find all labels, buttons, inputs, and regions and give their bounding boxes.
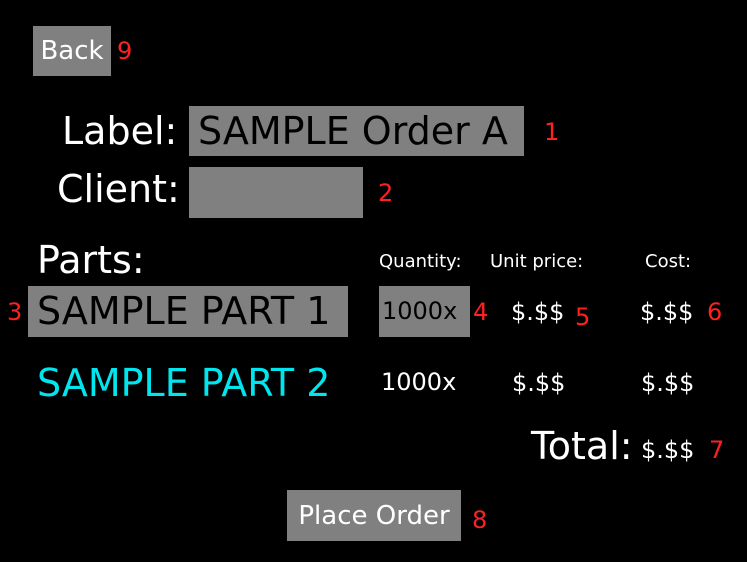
unit-price-column-header: Unit price: (490, 251, 584, 272)
part-1-unit-price: $.$$ (511, 298, 565, 326)
part-1-name[interactable]: SAMPLE PART 1 (28, 286, 348, 337)
marker-1: 1 (544, 118, 560, 146)
parts-heading: Parts: (37, 238, 145, 282)
label-input[interactable]: SAMPLE Order A (189, 106, 524, 156)
marker-5: 5 (575, 303, 591, 331)
part-2-quantity: 1000x (381, 368, 457, 396)
total-value: $.$$ (641, 436, 695, 464)
marker-9: 9 (117, 37, 133, 65)
part-2-name[interactable]: SAMPLE PART 2 (37, 360, 330, 406)
marker-2: 2 (378, 179, 394, 207)
marker-3: 3 (7, 298, 23, 326)
part-1-cost: $.$$ (640, 298, 694, 326)
cost-column-header: Cost: (645, 251, 692, 272)
back-button[interactable]: Back (33, 26, 111, 76)
label-caption: Label: (62, 109, 178, 153)
marker-4: 4 (473, 298, 489, 326)
part-2-cost: $.$$ (641, 369, 695, 397)
marker-6: 6 (707, 298, 723, 326)
place-order-button[interactable]: Place Order (287, 490, 461, 541)
part-2-unit-price: $.$$ (512, 369, 566, 397)
client-caption: Client: (57, 167, 180, 211)
marker-8: 8 (472, 506, 488, 534)
quantity-column-header: Quantity: (379, 251, 462, 272)
marker-7: 7 (709, 436, 725, 464)
total-caption: Total: (531, 424, 633, 468)
client-input[interactable] (189, 167, 363, 218)
part-1-quantity[interactable]: 1000x (379, 286, 470, 337)
